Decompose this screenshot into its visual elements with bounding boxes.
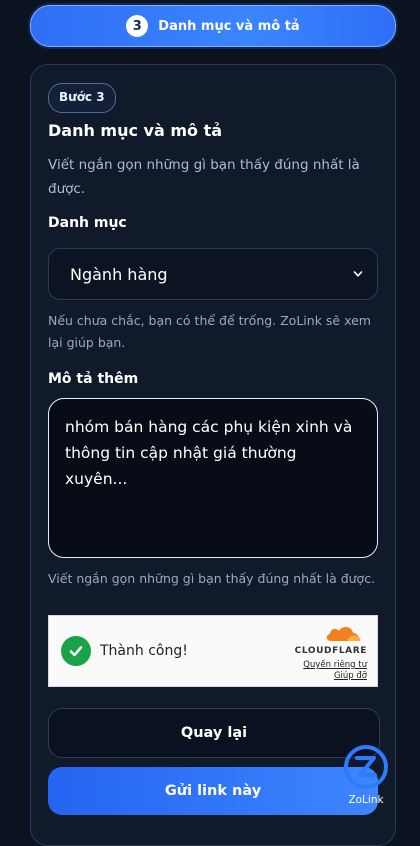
- form-card: Bước 3 Danh mục và mô tả Viết ngắn gọn n…: [30, 64, 396, 846]
- category-select[interactable]: Ngành hàng: [48, 248, 378, 300]
- description-label: Mô tả thêm: [48, 371, 139, 387]
- category-label: Danh mục: [48, 215, 127, 231]
- cloudflare-cloud-icon: [326, 627, 361, 641]
- success-check-icon: [61, 636, 91, 666]
- zolink-logo-icon: [344, 745, 388, 789]
- cloudflare-branding: CLOUDFLARE Quyền riêng tư Giúp đỡ: [271, 623, 367, 683]
- description-textarea[interactable]: nhóm bán hàng các phụ kiện xinh và thông…: [48, 398, 378, 558]
- step-badge: Bước 3: [48, 83, 116, 113]
- category-selected-value: Ngành hàng: [70, 264, 168, 284]
- category-hint: Nếu chưa chắc, bạn có thể để trống. ZoLi…: [48, 313, 371, 350]
- captcha-status: Thành công!: [100, 643, 188, 659]
- description-hint: Viết ngắn gọn những gì bạn thấy đúng nhấ…: [48, 571, 376, 586]
- cloudflare-logo-text: CLOUDFLARE: [294, 646, 367, 656]
- back-button[interactable]: Quay lại: [48, 708, 380, 758]
- help-link[interactable]: Giúp đỡ: [334, 671, 367, 681]
- privacy-link[interactable]: Quyền riêng tư: [303, 660, 367, 670]
- chevron-down-icon: [353, 271, 363, 277]
- card-description: Viết ngắn gọn những gì bạn thấy đúng nhấ…: [48, 157, 360, 197]
- zolink-label: ZoLink: [348, 794, 384, 806]
- captcha-widget[interactable]: Thành công! CLOUDFLARE Quyền riêng tư Gi…: [48, 615, 378, 687]
- card-title: Danh mục và mô tả: [48, 121, 223, 140]
- step-number: 3: [126, 15, 149, 37]
- zolink-floating-button[interactable]: ZoLink: [343, 744, 389, 808]
- submit-link-button[interactable]: Gửi link này: [48, 767, 378, 815]
- step-indicator: 3 Danh mục và mô tả: [30, 5, 396, 47]
- step-title: Danh mục và mô tả: [158, 18, 300, 34]
